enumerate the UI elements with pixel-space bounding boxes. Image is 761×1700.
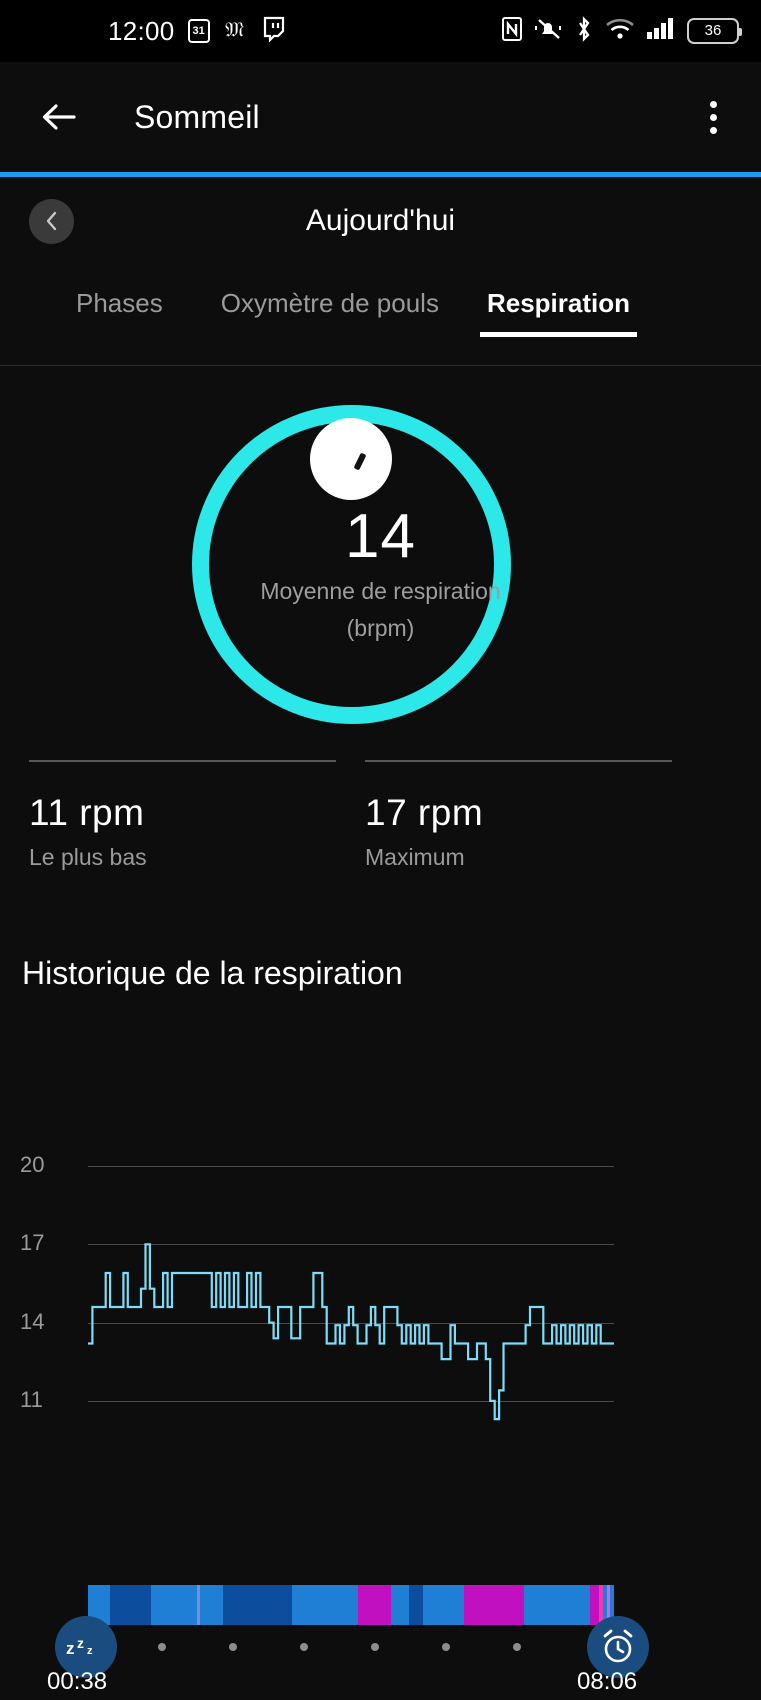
stat-lowest: 11 rpm Le plus bas [29,760,336,871]
gauge-knob-handle[interactable] [310,418,392,500]
sleep-start-time: 00:38 [47,1668,108,1695]
stat-maximum: 17 rpm Maximum [365,760,672,871]
nfc-icon [500,16,524,47]
status-bar-right: 36 [500,15,742,48]
chevron-left-icon[interactable] [29,198,74,244]
min-max-stats: 11 rpm Le plus bas 17 rpm Maximum [0,760,761,890]
bluetooth-icon [574,15,594,48]
tab-respiration[interactable]: Respiration [479,278,638,337]
timeline-tick-dot [513,1643,521,1651]
history-section-title: Historique de la respiration [22,955,403,991]
gauge-label-line1: Moyenne de respiration [260,578,501,604]
status-bar: 12:00 31 𝔐 36 [0,0,761,62]
stat-divider [29,760,336,762]
mastodon-icon: 𝔐 [223,16,249,47]
stat-divider [365,760,672,762]
wifi-icon [605,16,635,47]
stat-lowest-value: 11 rpm [29,791,145,833]
sleep-phase-segment [523,1585,591,1625]
timeline-tick-dot [300,1643,308,1651]
cellular-signal-icon [646,16,676,47]
sleep-end-time: 08:06 [577,1668,638,1695]
gauge-label-line2: (brpm) [346,615,415,641]
battery-icon: 36 [687,18,742,44]
sleep-phase-segment [390,1585,410,1625]
timeline-tick-dot [371,1643,379,1651]
kebab-menu-icon[interactable] [710,100,717,134]
app-bar: Sommeil [0,62,761,172]
sleep-phase-segment [463,1585,524,1625]
stat-maximum-caption: Maximum [365,843,465,870]
svg-text:z: z [66,1639,75,1658]
y-axis-tick-11: 11 [20,1386,43,1412]
sleep-phase-segment [357,1585,391,1625]
tab-pulse-oximeter[interactable]: Oxymètre de pouls [221,278,439,337]
date-navigator: Aujourd'hui [0,177,761,265]
sleep-phase-segment [109,1585,152,1625]
twitch-icon [262,16,286,47]
y-axis-tick-20: 20 [20,1152,45,1178]
timeline-tick-dots [88,1643,614,1653]
sleep-breathing-screen: 12:00 31 𝔐 36 Sommeil Aujourd'hui Phases… [0,0,761,1700]
status-clock: 12:00 [108,15,175,46]
status-bar-left: 12:00 31 𝔐 [0,16,286,47]
sleep-phase-segment [423,1585,464,1625]
timeline-tick-dot [442,1643,450,1651]
gauge-readout: 14 Moyenne de respiration (brpm) [0,505,761,643]
y-axis-tick-14: 14 [20,1308,45,1334]
stat-maximum-value: 17 rpm [365,791,484,833]
sleep-phase-segment [199,1585,224,1625]
gauge-value: 14 [345,502,416,571]
page-title: Sommeil [134,98,260,135]
calendar-icon: 31 [187,19,210,43]
sleep-phase-segment [151,1585,198,1625]
timeline-tick-dot [229,1643,237,1651]
timeline-tick-dot [158,1643,166,1651]
sleep-phase-segment [409,1585,424,1625]
svg-text:𝔐: 𝔐 [225,17,244,41]
tab-phases[interactable]: Phases [76,278,163,337]
chart-line-series [88,1243,614,1421]
tab-bar: Phases Oxymètre de pouls Respiration [0,278,761,366]
back-arrow-icon[interactable] [36,94,82,140]
stat-lowest-caption: Le plus bas [29,843,147,870]
svg-text:z: z [77,1635,84,1651]
y-axis-tick-17: 17 [20,1230,45,1256]
breathing-history-chart: 20 17 14 11 [0,1140,761,1440]
sleep-phase-segment [590,1585,599,1625]
sleep-phase-segment [223,1585,293,1625]
current-date-label: Aujourd'hui [305,204,456,237]
sleep-phase-strip[interactable] [88,1585,615,1625]
sleep-phase-segment [292,1585,358,1625]
mute-bell-icon [535,16,563,47]
